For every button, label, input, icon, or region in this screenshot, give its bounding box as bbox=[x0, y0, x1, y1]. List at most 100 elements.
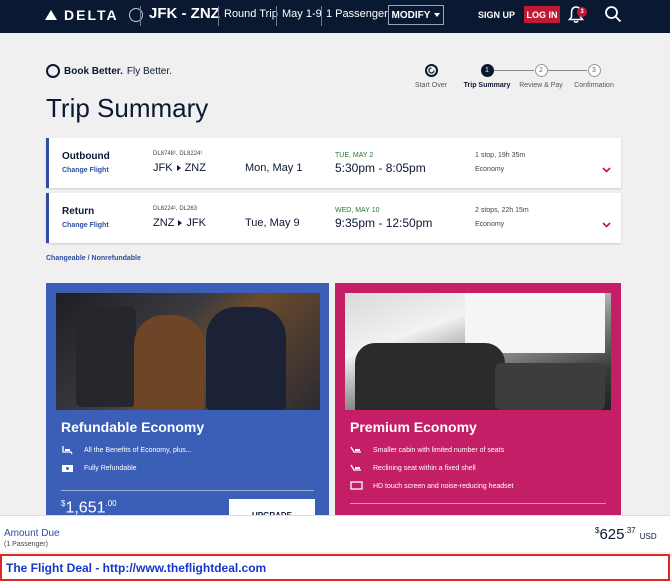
arrival-date-label: WED, MAY 10 bbox=[335, 207, 380, 214]
stops-duration: 2 stops, 22h 15m bbox=[475, 207, 529, 214]
search-icon[interactable] bbox=[604, 5, 622, 23]
step-label: Start Over bbox=[415, 82, 447, 89]
divider bbox=[350, 503, 606, 504]
route-summary: JFK - ZNZ bbox=[149, 5, 220, 22]
amount-due-bar: Amount Due (1 Passenger) $625.37 USD bbox=[0, 515, 670, 552]
fare-feature-text: All the Benefits of Economy, plus... bbox=[84, 446, 192, 454]
chevron-down-icon[interactable] bbox=[602, 167, 611, 173]
step-start-over[interactable]: Start Over bbox=[414, 64, 448, 89]
step-number: 3 bbox=[587, 64, 601, 77]
tagline-bold: Book Better. bbox=[64, 65, 123, 77]
economy-photo bbox=[56, 293, 320, 410]
flight-direction: Return bbox=[62, 206, 95, 217]
departure-date: Tue, May 9 bbox=[245, 217, 300, 229]
step-label: Review & Pay bbox=[519, 82, 563, 89]
step-trip-summary: 1 Trip Summary bbox=[463, 64, 511, 89]
passenger-shape bbox=[206, 307, 286, 410]
cabin-class: Economy bbox=[475, 166, 505, 173]
change-flight-link[interactable]: Change Flight bbox=[62, 167, 109, 174]
trip-type: Round Trip bbox=[224, 8, 278, 20]
step-label: Trip Summary bbox=[463, 82, 511, 89]
chevron-down-icon bbox=[434, 13, 441, 17]
origin-code: ZNZ bbox=[153, 217, 175, 229]
step-confirmation: 3 Confirmation bbox=[572, 64, 616, 89]
step-number: 2 bbox=[534, 64, 548, 77]
fare-feature-text: Fully Refundable bbox=[84, 464, 137, 472]
outbound-flight-card[interactable]: Outbound Change Flight DL8748¹, DL8224¹ … bbox=[46, 138, 621, 188]
divider bbox=[218, 6, 219, 26]
seat-shape bbox=[76, 307, 136, 407]
tagline-rest: Fly Better. bbox=[126, 65, 172, 77]
delta-circle-icon bbox=[46, 64, 60, 78]
price-cents: .00 bbox=[105, 499, 117, 508]
fare-title: Premium Economy bbox=[350, 419, 477, 435]
seat-shape bbox=[495, 363, 605, 410]
delta-widget-icon bbox=[45, 10, 57, 20]
step-review-pay: 2 Review & Pay bbox=[518, 64, 564, 89]
fare-feature: Fully Refundable bbox=[61, 463, 137, 473]
stops-duration: 1 stop, 19h 35m bbox=[475, 152, 526, 159]
divider bbox=[276, 6, 277, 26]
login-button[interactable]: LOG IN bbox=[524, 6, 560, 23]
fare-price: $1,651.00 bbox=[61, 499, 117, 515]
step-label: Confirmation bbox=[574, 82, 614, 89]
divider bbox=[321, 6, 322, 26]
amount-total: $625.37 USD bbox=[595, 526, 657, 543]
arrival-date-label: TUE, MAY 2 bbox=[335, 152, 374, 159]
upgrade-button[interactable]: UPGRADE bbox=[229, 499, 315, 515]
refresh-icon bbox=[424, 64, 438, 77]
arrow-right-icon bbox=[178, 220, 183, 226]
chevron-down-icon[interactable] bbox=[602, 222, 611, 228]
origin-destination: ZNZ JFK bbox=[153, 217, 206, 229]
amount-passengers: (1 Passenger) bbox=[4, 541, 48, 548]
flight-direction: Outbound bbox=[62, 151, 110, 162]
origin-code: JFK bbox=[153, 162, 173, 174]
fare-feature: HD touch screen and noise-reducing heads… bbox=[350, 481, 513, 491]
modify-button[interactable]: MODIFY bbox=[388, 5, 444, 25]
logo-text: DELTA bbox=[64, 7, 119, 23]
page-title: Trip Summary bbox=[46, 93, 209, 123]
divider bbox=[61, 490, 314, 491]
amount-currency: USD bbox=[639, 532, 657, 541]
fare-policy-link[interactable]: Changeable / Nonrefundable bbox=[46, 255, 141, 262]
amount-dollars: 625 bbox=[599, 526, 625, 543]
fare-feature-text: HD touch screen and noise-reducing heads… bbox=[373, 482, 514, 490]
watermark-banner: The Flight Deal - http://www.theflightde… bbox=[0, 554, 670, 581]
fare-title: Refundable Economy bbox=[61, 419, 205, 435]
departure-date: Mon, May 1 bbox=[245, 162, 303, 174]
premium-photo bbox=[345, 293, 611, 410]
destination-code: JFK bbox=[186, 217, 206, 229]
price-dollars: 1,651 bbox=[65, 499, 106, 515]
flight-numbers: DL8748¹, DL8224¹ bbox=[153, 151, 203, 157]
screen-icon bbox=[350, 481, 363, 490]
refundable-economy-card[interactable]: Refundable Economy All the Benefits of E… bbox=[46, 283, 329, 515]
step-number: 1 bbox=[480, 64, 494, 77]
passenger-count: 1 Passenger bbox=[326, 8, 388, 20]
premium-economy-card[interactable]: Premium Economy Smaller cabin with limit… bbox=[335, 283, 621, 515]
top-nav-bar: DELTA JFK - ZNZ Round Trip May 1-9 1 Pas… bbox=[0, 0, 670, 33]
delta-logo[interactable]: DELTA bbox=[45, 7, 143, 23]
trip-dates: May 1-9 bbox=[282, 8, 322, 20]
amount-due-label: Amount Due bbox=[4, 528, 60, 539]
fare-feature-text: Reclining seat within a fixed shell bbox=[373, 464, 476, 472]
seat-icon bbox=[350, 446, 361, 453]
origin-destination: JFK ZNZ bbox=[153, 162, 206, 174]
recline-seat-icon bbox=[350, 464, 361, 471]
fare-feature: Reclining seat within a fixed shell bbox=[350, 463, 476, 473]
fare-feature: Smaller cabin with limited number of sea… bbox=[350, 445, 504, 455]
modify-label: MODIFY bbox=[391, 9, 431, 21]
passenger-shape bbox=[134, 315, 204, 410]
seat-icon bbox=[62, 446, 73, 455]
arrow-right-icon bbox=[176, 165, 181, 171]
cabin-class: Economy bbox=[475, 221, 505, 228]
signup-link[interactable]: SIGN UP bbox=[478, 10, 515, 20]
notification-badge: 3 bbox=[577, 7, 587, 17]
flight-numbers: DL8224¹, DL263 bbox=[153, 206, 198, 212]
change-flight-link[interactable]: Change Flight bbox=[62, 222, 109, 229]
watermark-text: The Flight Deal - http://www.theflightde… bbox=[6, 561, 267, 575]
return-flight-card[interactable]: Return Change Flight DL8224¹, DL263 ZNZ … bbox=[46, 193, 621, 243]
refund-ticket-icon bbox=[62, 465, 73, 472]
fare-feature: All the Benefits of Economy, plus... bbox=[61, 445, 192, 455]
fare-feature-text: Smaller cabin with limited number of sea… bbox=[373, 446, 505, 454]
divider bbox=[140, 6, 141, 26]
